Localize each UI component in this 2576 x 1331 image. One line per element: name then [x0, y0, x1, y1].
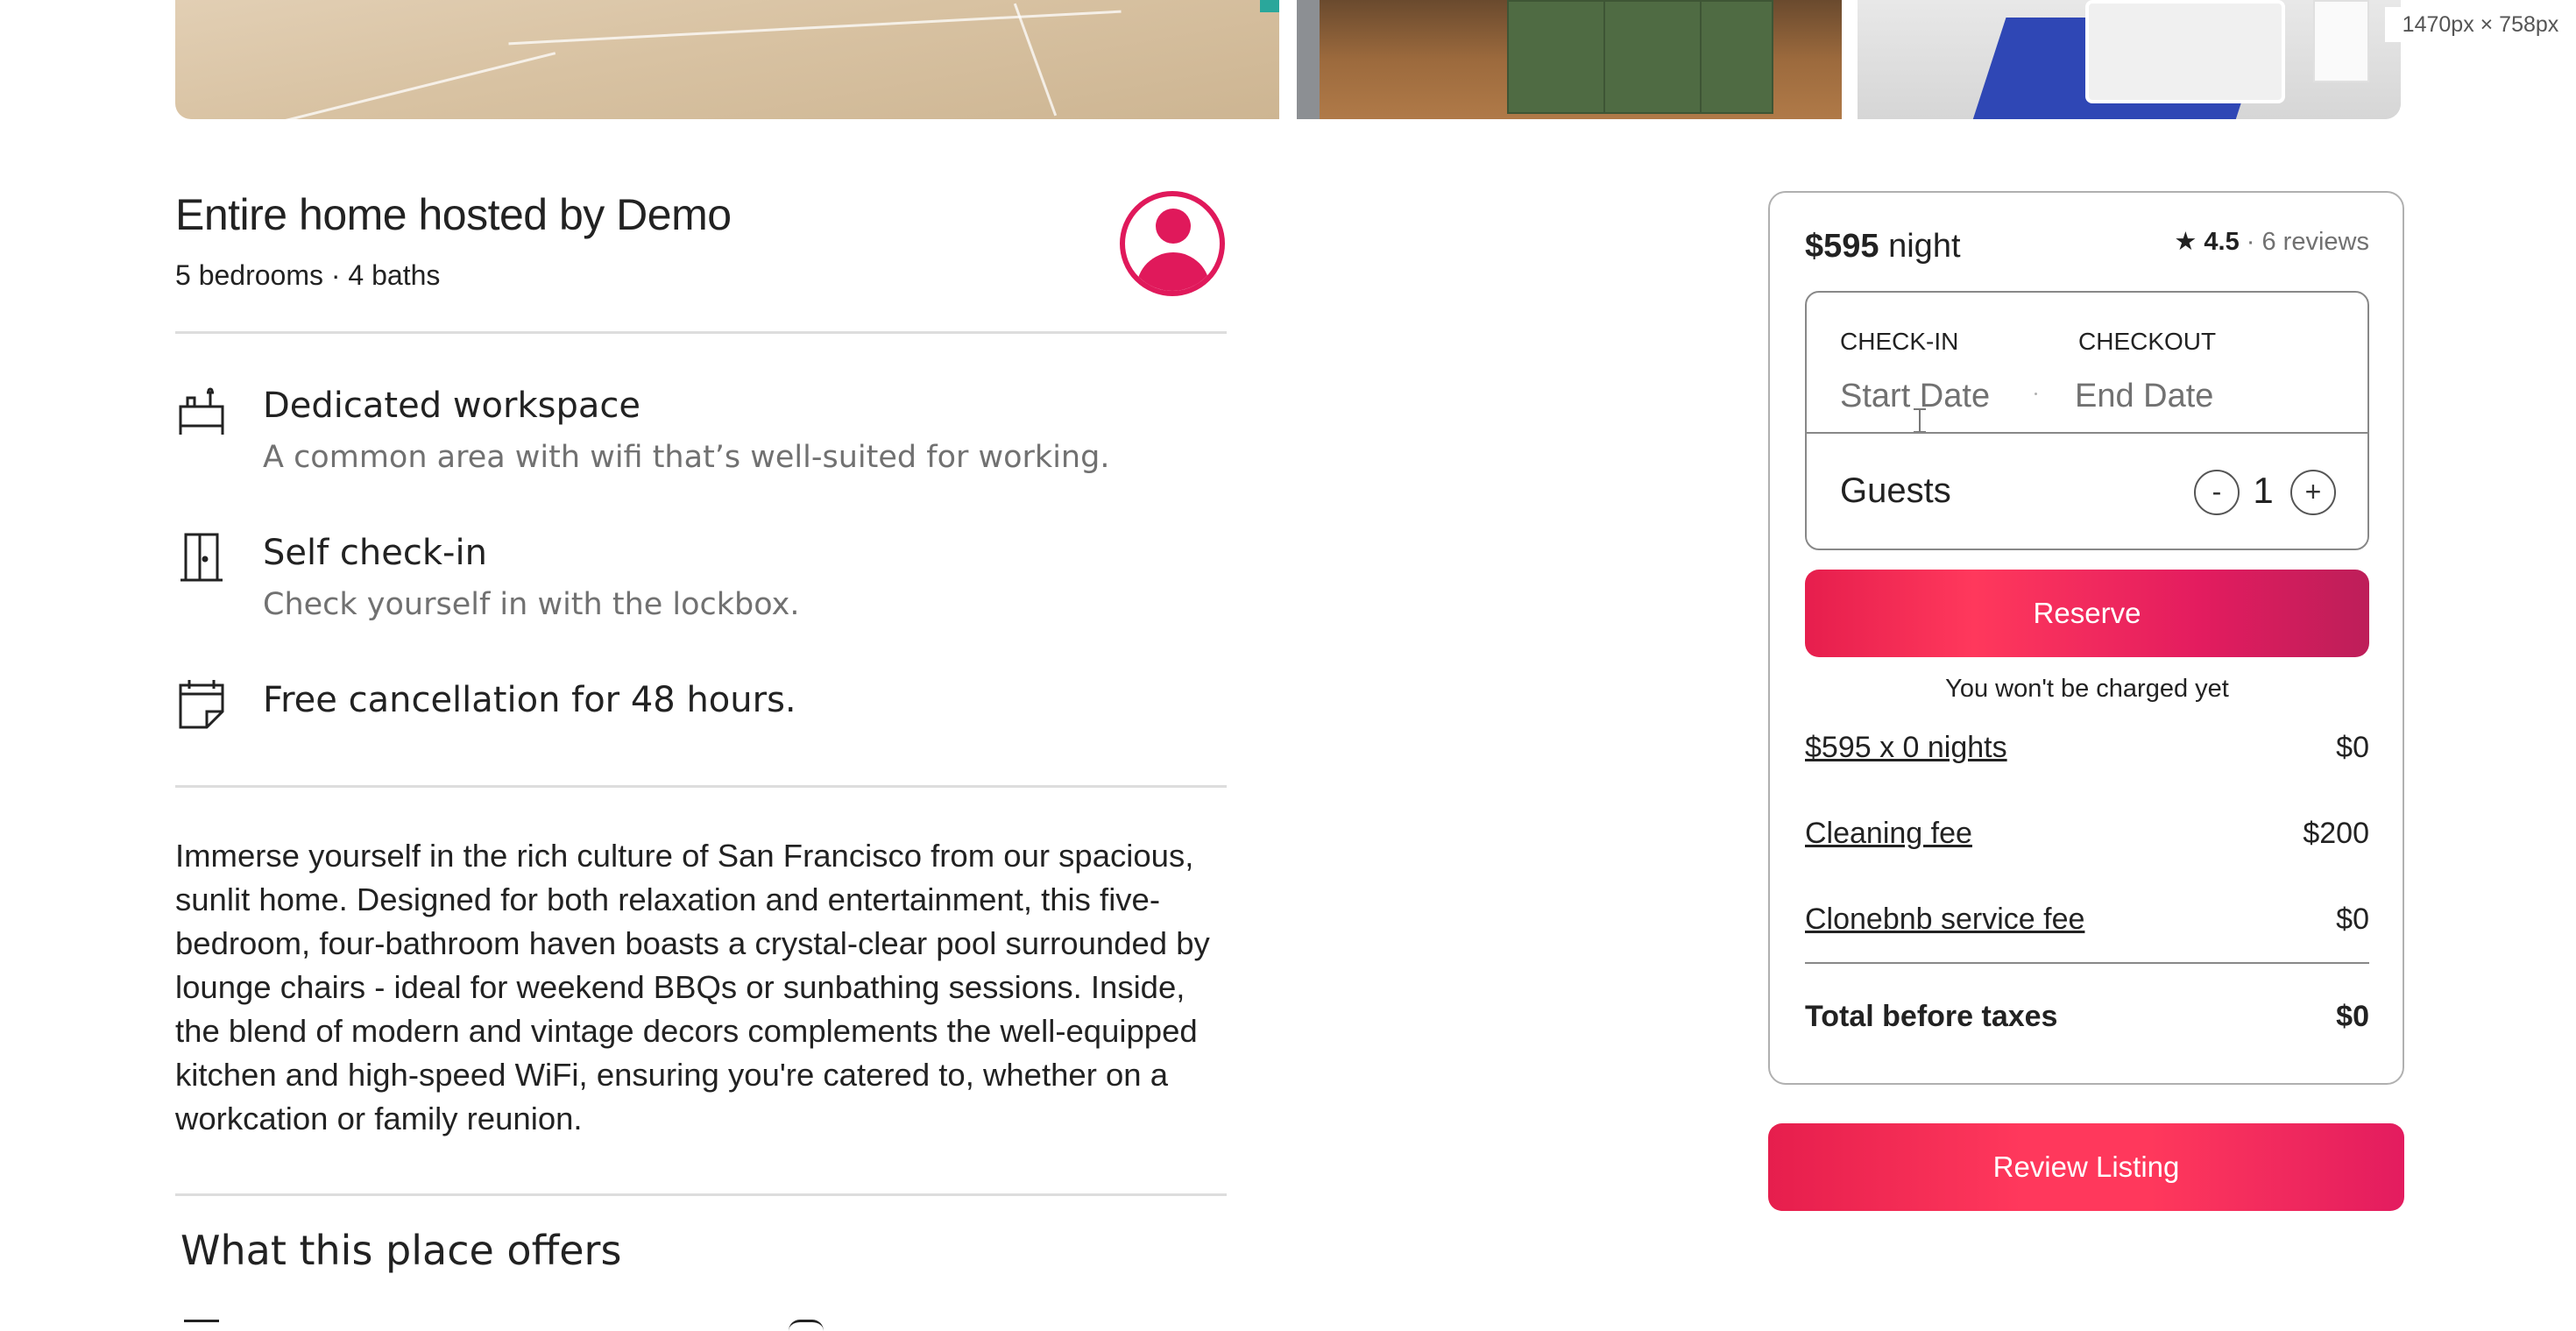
fee-cleaning-value: $200: [2303, 817, 2369, 850]
feature-desc: A common area with wifi that’s well-suit…: [263, 440, 1110, 475]
host-avatar[interactable]: [1120, 191, 1225, 296]
guests-decrement-button[interactable]: -: [2194, 470, 2240, 515]
listing-title: Entire home hosted by Demo: [175, 190, 732, 239]
review-listing-button[interactable]: Review Listing: [1768, 1123, 2404, 1211]
rating-value: 4.5: [2204, 228, 2240, 256]
fee-nights-value: $0: [2336, 731, 2369, 764]
total-value: $0: [2336, 1000, 2369, 1033]
checkin-label: CHECK-IN: [1840, 328, 1959, 355]
reviews-link[interactable]: 6 reviews: [2262, 228, 2370, 256]
checkout-label: CHECKOUT: [2078, 328, 2217, 355]
fee-nights-link[interactable]: $595 x 0 nights: [1805, 731, 2007, 765]
date-separator: [2035, 393, 2037, 395]
feature-desc: Check yourself in with the lockbox.: [263, 587, 800, 622]
offers-heading: What this place offers: [180, 1227, 622, 1274]
amenity-icon: [789, 1320, 824, 1331]
guests-label: Guests: [1840, 471, 1951, 510]
calendar-icon: [175, 676, 228, 729]
amenity-icon: [184, 1320, 219, 1331]
feature-title: Self check-in: [263, 533, 487, 573]
listing-description: Immerse yourself in the rich culture of …: [175, 838, 1210, 1136]
divider: [175, 331, 1227, 334]
fee-service-value: $0: [2336, 903, 2369, 936]
text-cursor: [1914, 408, 1926, 433]
reserve-button[interactable]: Reserve: [1805, 570, 2369, 657]
start-date-input[interactable]: [1840, 375, 2042, 417]
viewport-size-label: 1470px × 758px: [2385, 7, 2576, 42]
price-amount: $595: [1805, 228, 1879, 265]
guests-count: 1: [2253, 470, 2274, 511]
divider: [175, 1193, 1227, 1196]
divider: [1805, 432, 2369, 434]
listing-photo-bedroom[interactable]: [1858, 0, 2401, 119]
guests-increment-button[interactable]: +: [2290, 470, 2336, 515]
nightly-price: $595 night: [1805, 228, 1961, 265]
listing-photo-kitchen[interactable]: [1297, 0, 1842, 119]
listing-photo-pool[interactable]: [175, 0, 1279, 119]
fee-cleaning-link[interactable]: Cleaning fee: [1805, 817, 1972, 851]
price-unit: night: [1888, 228, 1961, 265]
total-label: Total before taxes: [1805, 1000, 2058, 1033]
no-charge-note: You won't be charged yet: [1945, 675, 2229, 703]
feature-title: Free cancellation for 48 hours.: [263, 680, 796, 720]
listing-subtitle: 5 bedrooms · 4 baths: [175, 259, 441, 291]
end-date-input[interactable]: [2075, 375, 2320, 417]
divider: [175, 785, 1227, 788]
fee-service-link[interactable]: Clonebnb service fee: [1805, 903, 2084, 937]
rating-summary[interactable]: ★ 4.5 · 6 reviews: [2169, 226, 2369, 257]
star-icon: ★: [2174, 228, 2197, 256]
door-icon: [175, 531, 228, 584]
desk-icon: [175, 386, 228, 438]
feature-title: Dedicated workspace: [263, 386, 640, 426]
divider: [1805, 962, 2369, 964]
